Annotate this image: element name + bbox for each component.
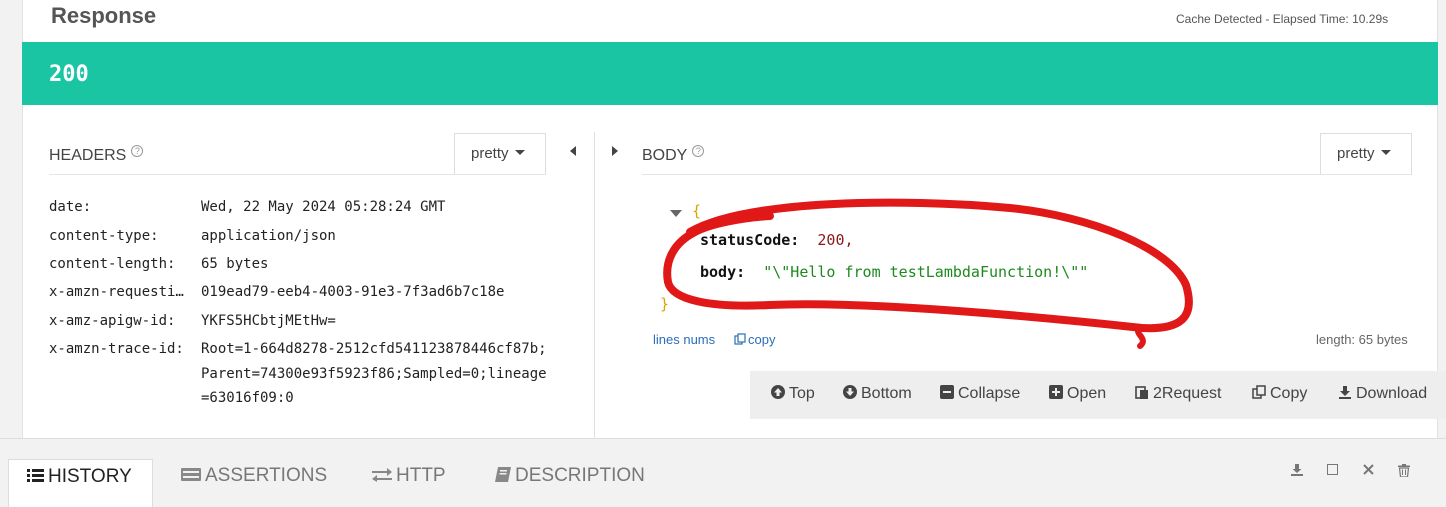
arrow-down-icon [843, 385, 857, 399]
list-icon [27, 468, 44, 483]
tab-http[interactable]: HTTP [372, 459, 446, 507]
headers-title-label: HEADERS [49, 147, 127, 164]
header-key: content-type: [49, 228, 159, 244]
copy-link-label: copy [748, 332, 776, 347]
trash-icon[interactable] [1398, 464, 1410, 477]
caret-down-icon [1380, 150, 1391, 155]
copy-icon [734, 333, 746, 345]
expand-right-icon[interactable] [612, 146, 618, 156]
header-key: x-amz-apigw-id: [49, 313, 176, 329]
tab-description[interactable]: DESCRIPTION [495, 459, 645, 507]
tab-history[interactable]: HISTORY [8, 459, 153, 507]
caret-down-icon [514, 150, 525, 155]
tab-description-label: DESCRIPTION [515, 465, 645, 486]
copy-icon [1252, 385, 1266, 399]
bottom-tab-bar: HISTORY ASSERTIONS HTTP DESCRIPTION [0, 438, 1446, 507]
tab-assertions[interactable]: ASSERTIONS [181, 459, 327, 507]
download-icon [1338, 385, 1352, 399]
header-value: Wed, 22 May 2024 05:28:24 GMT [201, 199, 446, 215]
body-toolbar: Top Bottom Collapse Open 2Request Copy D… [750, 371, 1446, 419]
top-button[interactable]: Top [771, 385, 815, 403]
header-value: 65 bytes [201, 256, 269, 272]
status-bar: 200 [22, 42, 1438, 105]
body-format-label: pretty [1337, 145, 1375, 162]
lines-nums-link[interactable]: lines nums [653, 332, 715, 347]
collapse-left-icon[interactable] [570, 146, 576, 156]
window-icon[interactable] [1327, 464, 1338, 475]
header-key: content-length: [49, 256, 176, 272]
header-key: date: [49, 199, 92, 215]
header-key: x-amzn-trace-id: [49, 341, 184, 357]
book-icon [495, 467, 511, 482]
copy-button[interactable]: Copy [1252, 385, 1307, 403]
open-button-label: Open [1067, 385, 1107, 402]
header-key: x-amzn-requesti… [49, 284, 184, 300]
assertions-icon [181, 467, 201, 482]
headers-title: HEADERS? [49, 145, 144, 165]
collapse-button-label: Collapse [958, 385, 1021, 402]
copy-link[interactable]: copy [734, 332, 775, 347]
download-button[interactable]: Download [1338, 385, 1427, 403]
status-code: 200 [49, 62, 89, 87]
body-title: BODY? [642, 145, 705, 165]
arrow-up-icon [771, 385, 785, 399]
header-value: application/json [201, 228, 336, 244]
body-title-label: BODY [642, 147, 688, 164]
cache-elapsed-info: Cache Detected - Elapsed Time: 10.29s [1176, 12, 1389, 26]
help-icon[interactable]: ? [131, 145, 144, 157]
headers-divider [49, 174, 546, 175]
tab-http-label: HTTP [396, 465, 446, 486]
body-format-dropdown[interactable]: pretty [1320, 133, 1412, 174]
to-request-button[interactable]: 2Request [1135, 385, 1222, 403]
minus-icon [940, 385, 954, 399]
headers-format-dropdown[interactable]: pretty [454, 133, 546, 174]
response-title: Response [51, 3, 157, 28]
open-button[interactable]: Open [1049, 385, 1106, 403]
tab-assertions-label: ASSERTIONS [205, 465, 328, 486]
exchange-icon [372, 467, 392, 482]
header-value: Root=1-664d8278-2512cfd541123878446cf87b… [201, 341, 547, 406]
close-icon[interactable] [1363, 464, 1374, 475]
pane-splitter[interactable] [594, 132, 595, 438]
header-value: 019ead79-eeb4-4003-91e3-7f3ad6b7c18e [201, 284, 505, 300]
clipboard-icon [1135, 385, 1149, 399]
body-divider [642, 174, 1412, 175]
plus-icon [1049, 385, 1063, 399]
header-value: YKFS5HCbtjMEtHw= [201, 313, 336, 329]
help-icon[interactable]: ? [692, 145, 705, 157]
top-button-label: Top [789, 385, 815, 402]
headers-format-label: pretty [471, 145, 509, 162]
body-length: length: 65 bytes [1316, 332, 1408, 347]
to-request-button-label: 2Request [1153, 385, 1222, 402]
download-icon[interactable] [1291, 464, 1303, 476]
response-panel: Response Cache Detected - Elapsed Time: … [0, 0, 1446, 507]
collapse-button[interactable]: Collapse [940, 385, 1020, 403]
bottom-button[interactable]: Bottom [843, 385, 912, 403]
annotation-circle [663, 198, 1193, 349]
download-button-label: Download [1356, 385, 1428, 402]
copy-button-label: Copy [1270, 385, 1308, 402]
tab-history-label: HISTORY [48, 466, 132, 487]
bottom-button-label: Bottom [861, 385, 912, 402]
